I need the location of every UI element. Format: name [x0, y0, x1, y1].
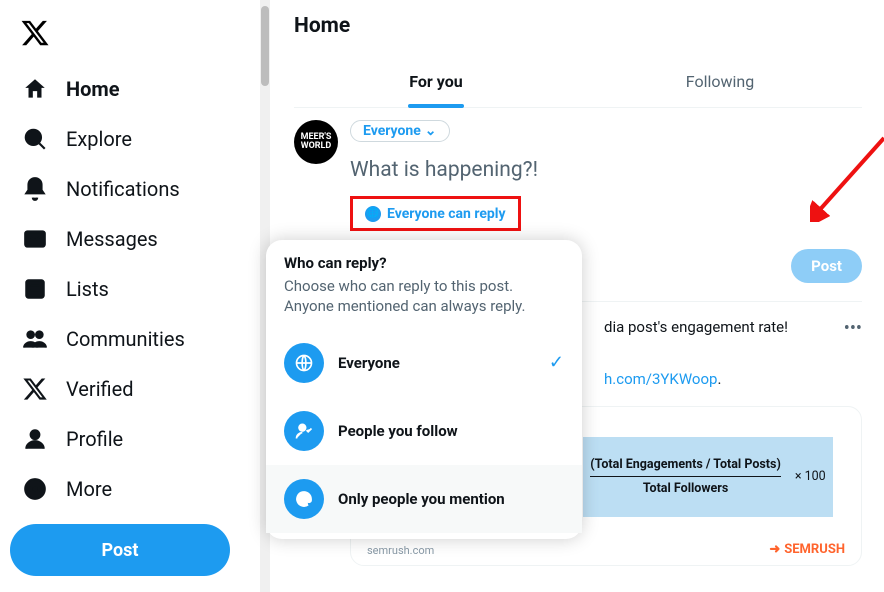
- avatar[interactable]: MEER'S WORLD: [294, 120, 338, 164]
- more-icon: [22, 476, 48, 502]
- x-logo[interactable]: [10, 8, 60, 58]
- audience-selector[interactable]: Everyone ⌄: [350, 120, 450, 142]
- globe-icon: 🌐: [365, 206, 381, 222]
- reply-pill-label: Everyone can reply: [387, 206, 506, 222]
- popup-title: Who can reply?: [284, 254, 564, 272]
- card-domain: semrush.com: [367, 544, 434, 557]
- nav-notifications[interactable]: Notifications: [10, 164, 250, 214]
- option-label: Everyone: [338, 354, 535, 372]
- reply-option-following[interactable]: People you follow: [266, 397, 582, 465]
- list-icon: [22, 276, 48, 302]
- popup-subtitle: Choose who can reply to this post. Anyon…: [284, 276, 564, 317]
- formula: (Total Engagements / Total Posts) Total …: [590, 457, 781, 496]
- nav-explore[interactable]: Explore: [10, 114, 250, 164]
- communities-icon: [22, 326, 48, 352]
- nav-verified[interactable]: Verified: [10, 364, 250, 414]
- sidebar: Home Explore Notifications Messages List…: [0, 0, 260, 592]
- nav-label: Messages: [66, 227, 158, 251]
- person-check-icon: [284, 411, 324, 451]
- card-brand: ➜ SEMRUSH: [769, 542, 845, 557]
- nav-home[interactable]: Home: [10, 64, 250, 114]
- page-title: Home: [294, 14, 862, 38]
- tab-for-you[interactable]: For you: [294, 62, 578, 107]
- reply-option-mentioned[interactable]: Only people you mention: [266, 465, 582, 533]
- nav-profile[interactable]: Profile: [10, 414, 250, 464]
- nav-label: Notifications: [66, 177, 180, 201]
- nav-messages[interactable]: Messages: [10, 214, 250, 264]
- external-link[interactable]: h.com/3YKWoop: [604, 370, 717, 388]
- annotation-highlight: 🌐 Everyone can reply: [350, 196, 521, 231]
- nav-label: Verified: [66, 377, 134, 401]
- nav-lists[interactable]: Lists: [10, 264, 250, 314]
- timeline-tabs: For you Following: [294, 62, 862, 108]
- sidebar-post-button[interactable]: Post: [10, 524, 230, 576]
- nav-label: More: [66, 477, 112, 501]
- nav-label: Explore: [66, 127, 132, 151]
- x-icon: [22, 376, 48, 402]
- card-image: (Total Engagements / Total Posts) Total …: [583, 437, 833, 517]
- nav-label: Lists: [66, 277, 109, 301]
- nav-communities[interactable]: Communities: [10, 314, 250, 364]
- feed-link-fragment: h.com/3YKWoop.: [604, 370, 862, 388]
- feed-text-fragment: dia post's engagement rate!: [604, 318, 862, 336]
- option-label: People you follow: [338, 422, 564, 440]
- compose-input[interactable]: What is happening?!: [350, 158, 862, 182]
- nav-label: Profile: [66, 427, 123, 451]
- person-icon: [22, 426, 48, 452]
- globe-icon: [284, 343, 324, 383]
- nav-more[interactable]: More: [10, 464, 250, 514]
- bell-icon: [22, 176, 48, 202]
- reply-settings-popup: Who can reply? Choose who can reply to t…: [266, 240, 582, 539]
- compose-post-button[interactable]: Post: [791, 249, 862, 283]
- more-options-icon[interactable]: •••: [844, 318, 862, 339]
- mail-icon: [22, 226, 48, 252]
- scrollbar-thumb[interactable]: [261, 6, 269, 86]
- reply-settings-button[interactable]: 🌐 Everyone can reply: [357, 202, 514, 226]
- option-label: Only people you mention: [338, 490, 564, 508]
- multiply-text: × 100: [795, 469, 826, 484]
- chevron-down-icon: ⌄: [425, 123, 437, 139]
- check-icon: ✓: [549, 352, 564, 373]
- nav-label: Home: [66, 77, 120, 101]
- home-icon: [22, 76, 48, 102]
- tab-following[interactable]: Following: [578, 62, 862, 107]
- nav-label: Communities: [66, 327, 185, 351]
- flame-icon: ➜: [769, 542, 780, 557]
- search-icon: [22, 126, 48, 152]
- at-icon: [284, 479, 324, 519]
- reply-option-everyone[interactable]: Everyone ✓: [266, 329, 582, 397]
- audience-label: Everyone: [363, 123, 421, 139]
